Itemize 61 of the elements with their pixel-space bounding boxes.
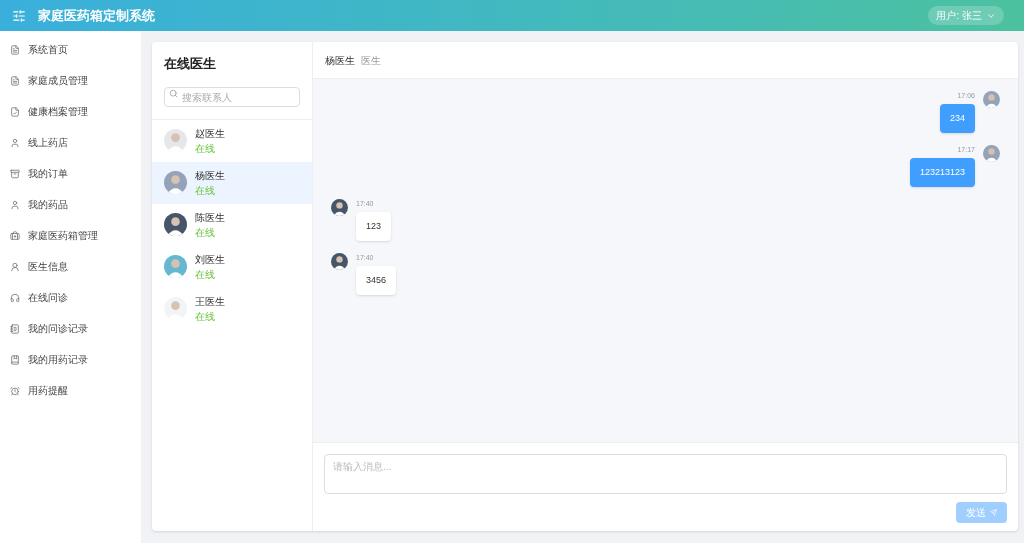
contact-name: 王医生 (195, 294, 225, 309)
status-label: 在线 (195, 141, 216, 156)
sidebar-item[interactable]: 健康档案管理 (0, 96, 141, 127)
message-input[interactable]: 请输入消息... (324, 454, 1007, 494)
contact-item[interactable]: 王医生 在线 (152, 287, 312, 330)
avatar-icon (164, 129, 187, 152)
status-label: 在线 (195, 225, 216, 240)
sidebar-item[interactable]: 我的订单 (0, 158, 141, 189)
headphones-icon (10, 292, 20, 303)
sidebar-item[interactable]: 家庭成员管理 (0, 65, 141, 96)
page-icon (10, 44, 20, 55)
search-field[interactable]: 搜索联系人 (164, 87, 300, 107)
document-check-icon (10, 106, 20, 117)
chat-title: 杨医生 (325, 53, 355, 68)
message-bubble: 123 (356, 211, 392, 241)
status-label: 在线 (195, 183, 216, 198)
contact-name: 陈医生 (195, 210, 225, 225)
sidebar-item[interactable]: 用药提醒 (0, 375, 141, 406)
notebook-icon (10, 323, 20, 334)
medical-kit-icon (10, 230, 20, 241)
page-icon (10, 75, 20, 86)
box-icon (10, 168, 20, 179)
contact-item[interactable]: 杨医生 在线 (152, 161, 312, 204)
status-label: 在线 (195, 309, 216, 324)
alarm-clock-icon (10, 385, 20, 396)
message-bubble: 234 (939, 103, 975, 133)
role-label: 医生 (361, 53, 381, 68)
sidebar-item[interactable]: 我的用药记录 (0, 344, 141, 375)
contact-item[interactable]: 赵医生 在线 (152, 119, 312, 162)
sidebar-item[interactable]: 我的问诊记录 (0, 313, 141, 344)
avatar-icon (983, 91, 1000, 108)
panel-title: 在线医生 (164, 55, 217, 73)
contact-name: 赵医生 (195, 126, 225, 141)
user-icon (10, 137, 20, 148)
sidebar-item[interactable]: 医生信息 (0, 251, 141, 282)
avatar-icon (164, 213, 187, 236)
status-label: 在线 (195, 267, 216, 282)
avatar-icon (164, 255, 187, 278)
contact-item[interactable]: 陈医生 在线 (152, 203, 312, 246)
message-bubble: 123213123 (909, 157, 975, 187)
avatar-icon (331, 253, 348, 270)
avatar-icon (164, 297, 187, 320)
sidebar-item[interactable]: 家庭医药箱管理 (0, 220, 141, 251)
avatar-icon (331, 199, 348, 216)
book-icon (10, 354, 20, 365)
contact-name: 刘医生 (195, 252, 225, 267)
search-icon (169, 88, 178, 98)
user-icon (10, 199, 20, 210)
sidebar-item[interactable]: 我的药品 (0, 189, 141, 220)
message-bubble: 3456 (356, 265, 397, 295)
menu-icon[interactable] (12, 8, 26, 23)
sidebar-item[interactable]: 在线问诊 (0, 282, 141, 313)
person-icon (10, 261, 20, 272)
sidebar-item[interactable]: 系统首页 (0, 34, 141, 65)
contact-name: 杨医生 (195, 168, 225, 183)
avatar-icon (983, 145, 1000, 162)
contact-item[interactable]: 刘医生 在线 (152, 245, 312, 288)
sidebar-item[interactable]: 线上药店 (0, 127, 141, 158)
send-icon (990, 509, 997, 516)
app-title: 家庭医药箱定制系统 (38, 6, 155, 25)
avatar-icon (164, 171, 187, 194)
